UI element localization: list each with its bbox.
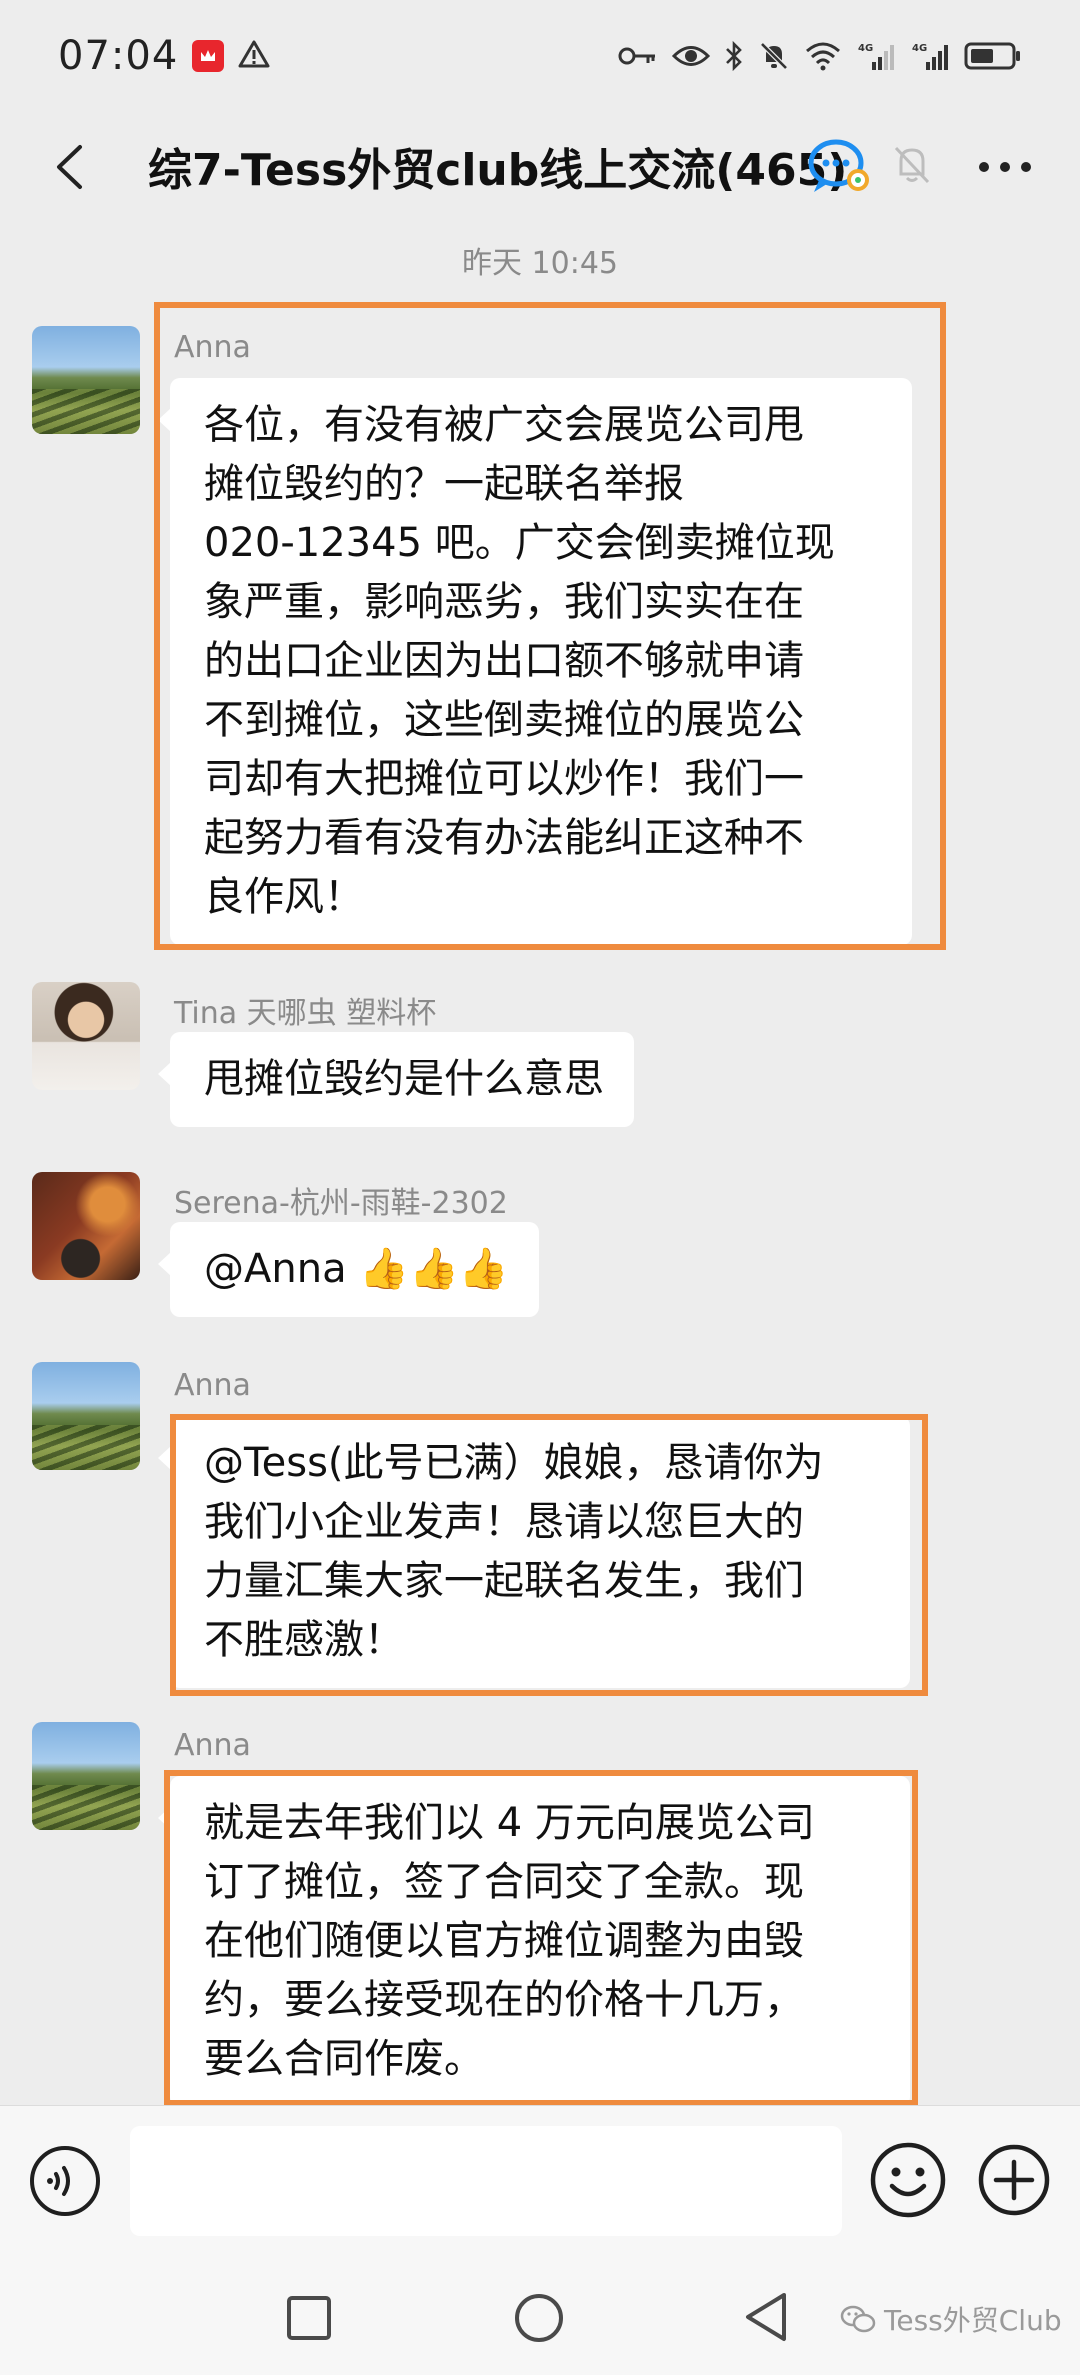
chat-title: 综7-Tess外贸club线上交流(465) <box>148 145 848 196</box>
voice-icon <box>30 2146 100 2216</box>
chevron-left-icon <box>57 145 82 189</box>
sender-name: Anna <box>174 330 251 365</box>
message-line: 要么合同作废。 <box>204 2036 484 2082</box>
voice-input-button[interactable] <box>28 2144 102 2222</box>
message-line: 起努力看有没有办法能纠正这种不 <box>204 815 804 861</box>
message-line: 不到摊位，这些倒卖摊位的展览公 <box>204 697 804 743</box>
avatar-serena[interactable] <box>32 1172 140 1280</box>
message-line: 象严重，影响恶劣，我们实实在在 <box>204 579 804 625</box>
sender-name: Tina 天哪虫 塑料杯 <box>174 996 437 1031</box>
emoji-smile-icon <box>870 2142 946 2218</box>
status-bar: 07:04 4G 4G <box>0 0 1080 112</box>
key-icon <box>618 41 658 71</box>
group-chat-icon[interactable] <box>808 136 872 200</box>
sender-name: Anna <box>174 1368 251 1403</box>
message-bubble[interactable]: 就是去年我们以 4 万元向展览公司 订了摊位，签了合同交了全款。现 在他们随便以… <box>158 1776 910 2105</box>
triangle-back-icon <box>746 2293 786 2341</box>
square-icon <box>287 2296 331 2340</box>
more-button[interactable] <box>970 140 1040 194</box>
plus-icon <box>978 2144 1050 2216</box>
eye-icon <box>672 41 710 71</box>
message-input[interactable] <box>130 2126 842 2236</box>
watermark-text: Tess外贸Club <box>884 2304 1062 2337</box>
recent-apps-button[interactable] <box>286 2295 332 2345</box>
do-not-disturb-icon <box>758 40 790 72</box>
app-notification-icon <box>192 40 225 72</box>
message-line: 的出口企业因为出口额不够就申请 <box>204 638 804 684</box>
avatar-anna[interactable] <box>32 1362 140 1470</box>
message-line: 摊位毁约的？一起联名举报 <box>204 461 684 507</box>
mute-bell-icon[interactable] <box>890 142 934 190</box>
input-bar <box>0 2105 1080 2261</box>
message-line: 就是去年我们以 4 万元向展览公司 <box>204 1800 815 1846</box>
network-type-label: 4G <box>858 43 873 54</box>
message-line: 不胜感激！ <box>204 1617 404 1663</box>
circle-icon <box>515 2294 563 2342</box>
message-line: 020-12345 吧。广交会倒卖摊位现 <box>204 520 835 566</box>
nav-back-button[interactable] <box>742 2291 790 2347</box>
status-time: 07:04 <box>58 33 179 79</box>
message-line: @Anna 👍👍👍 <box>204 1246 509 1292</box>
signal-icon-2: 4G <box>910 40 950 72</box>
message-bubble[interactable]: 甩摊位毁约是什么意思 <box>158 1032 634 1127</box>
avatar-tina[interactable] <box>32 982 140 1090</box>
sender-name: Anna <box>174 1728 251 1763</box>
home-button[interactable] <box>514 2293 564 2347</box>
more-dots-icon <box>979 162 1031 172</box>
sender-name: Serena-杭州-雨鞋-2302 <box>174 1186 508 1221</box>
message-line: 司却有大把摊位可以炒作！我们一 <box>204 756 804 802</box>
avatar-anna[interactable] <box>32 326 140 434</box>
watermark: Tess外贸Club <box>840 2299 1062 2339</box>
more-functions-button[interactable] <box>976 2142 1052 2222</box>
message-line: 甩摊位毁约是什么意思 <box>204 1056 604 1102</box>
message-bubble[interactable]: 各位，有没有被广交会展览公司甩 摊位毁约的？一起联名举报 020-12345 吧… <box>158 378 912 945</box>
avatar-anna[interactable] <box>32 1722 140 1830</box>
chat-message-list[interactable]: 昨天 10:45 Anna 各位，有没有被广交会展览公司甩 摊位毁约的？一起联名… <box>0 220 1080 2105</box>
network-type-label: 4G <box>912 43 927 54</box>
wifi-icon <box>804 41 842 71</box>
system-nav-bar: Tess外贸Club <box>0 2261 1080 2375</box>
message-bubble[interactable]: @Anna 👍👍👍 <box>158 1222 539 1317</box>
message-line: 我们小企业发声！恳请以您巨大的 <box>204 1499 804 1545</box>
wechat-logo-icon <box>840 2305 876 2333</box>
message-line: 约，要么接受现在的价格十几万， <box>204 1977 804 2023</box>
signal-icon-1: 4G <box>856 40 896 72</box>
bluetooth-icon <box>724 40 744 72</box>
message-line: 在他们随便以官方摊位调整为由毁 <box>204 1918 804 1964</box>
back-button[interactable] <box>34 132 104 202</box>
message-timestamp: 昨天 10:45 <box>462 246 618 281</box>
message-line: 力量汇集大家一起联名发生，我们 <box>204 1558 804 1604</box>
message-bubble[interactable]: @Tess(此号已满）娘娘，恳请你为 我们小企业发声！恳请以您巨大的 力量汇集大… <box>158 1416 910 1688</box>
message-line: 良作风！ <box>204 874 364 920</box>
battery-icon <box>964 41 1022 71</box>
emoji-button[interactable] <box>868 2140 948 2224</box>
message-line: 订了摊位，签了合同交了全款。现 <box>204 1859 804 1905</box>
warning-icon <box>238 39 270 73</box>
chat-header: 综7-Tess外贸club线上交流(465) <box>0 112 1080 220</box>
message-line: @Tess(此号已满）娘娘，恳请你为 <box>204 1440 824 1486</box>
message-line: 各位，有没有被广交会展览公司甩 <box>204 402 804 448</box>
